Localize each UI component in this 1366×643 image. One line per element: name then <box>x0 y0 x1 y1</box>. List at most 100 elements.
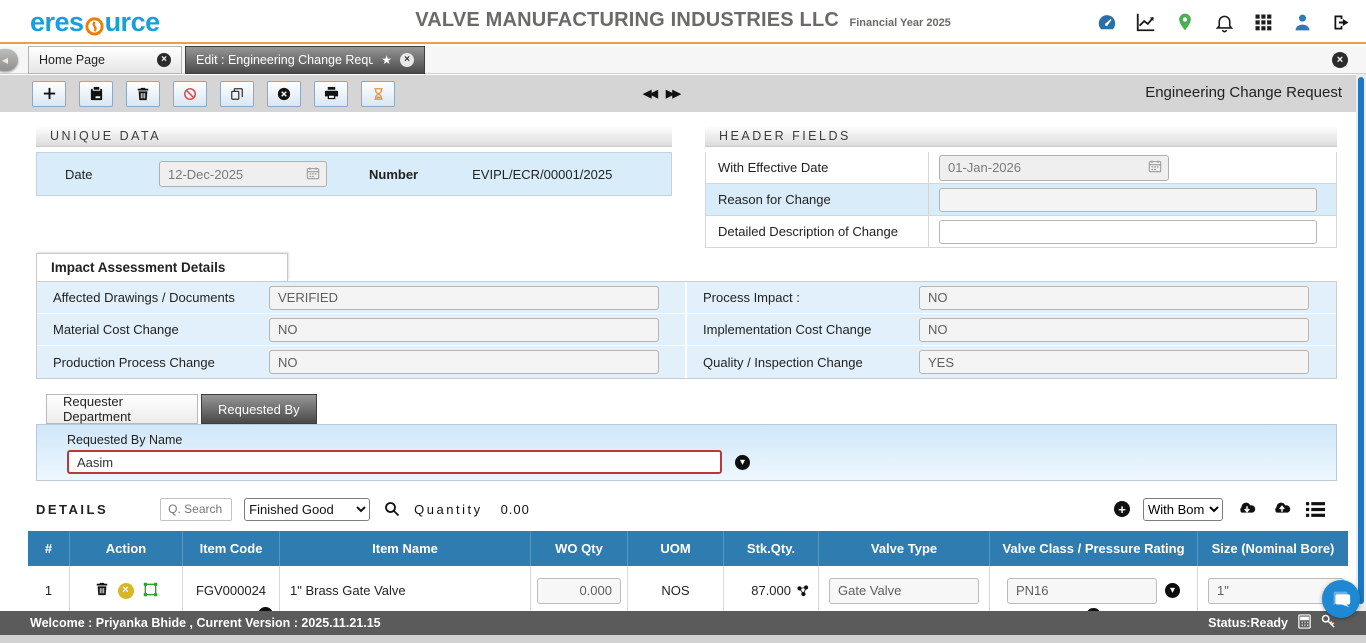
tab-requester-department[interactable]: Requester Department <box>46 394 198 424</box>
unique-data-row: Date Number EVIPL/ECR/00001/2025 <box>36 152 672 196</box>
tabstrip-close-icon[interactable] <box>1332 52 1348 68</box>
requested-by-name-input[interactable] <box>67 450 722 474</box>
scrollbar-thumb[interactable] <box>1358 77 1364 604</box>
tab-edit-ecr-close-icon[interactable] <box>400 53 414 67</box>
add-row-icon[interactable] <box>1114 501 1130 517</box>
quality-inspection-input[interactable] <box>919 350 1309 374</box>
row-cancel-icon[interactable] <box>118 583 134 599</box>
process-impact-row: Process Impact : <box>687 282 1336 314</box>
implementation-cost-row: Implementation Cost Change <box>687 314 1336 346</box>
process-impact-input[interactable] <box>919 286 1309 310</box>
wo-qty-input[interactable] <box>537 578 621 604</box>
upload-cloud-icon[interactable] <box>1271 498 1293 520</box>
tab-home-label: Home Page <box>39 53 149 67</box>
col-valve-class: Valve Class / Pressure Rating <box>990 531 1198 566</box>
stock-link-icon[interactable] <box>796 584 810 598</box>
impact-right-column: Process Impact : Implementation Cost Cha… <box>685 282 1336 378</box>
row-select-frame-icon[interactable] <box>143 582 158 600</box>
effective-date-row: With Effective Date <box>705 152 1337 184</box>
calendar-icon[interactable] <box>1148 159 1162 176</box>
delete-button[interactable] <box>126 81 160 107</box>
row-valve-class-cell <box>990 566 1198 615</box>
impact-assessment-tab[interactable]: Impact Assessment Details <box>36 253 288 281</box>
eresource-logo[interactable]: eresurce <box>30 7 160 38</box>
favorite-star-icon[interactable] <box>381 53 392 67</box>
calendar-icon[interactable] <box>306 166 320 183</box>
process-impact-label: Process Impact : <box>687 290 919 305</box>
quantity-value: 0.00 <box>501 502 530 517</box>
vertical-scrollbar <box>1356 74 1366 611</box>
details-search-input[interactable] <box>160 498 232 521</box>
save-button[interactable] <box>79 81 113 107</box>
action-toolbar: Engineering Change Request <box>0 75 1366 112</box>
chat-button[interactable] <box>1322 580 1360 618</box>
valve-class-dropdown-icon[interactable] <box>1165 583 1180 598</box>
search-icon[interactable] <box>384 501 400 517</box>
dashboard-icon[interactable] <box>1096 11 1118 33</box>
tab-edit-ecr[interactable]: Edit : Engineering Change Request <box>185 46 425 74</box>
tab-home-page[interactable]: Home Page <box>28 46 182 74</box>
col-item-code: Item Code <box>183 531 280 566</box>
download-cloud-icon[interactable] <box>1236 498 1258 520</box>
affected-drawings-label: Affected Drawings / Documents <box>37 290 269 305</box>
header-fields-panel: HEADER FIELDS With Effective Date Reason… <box>705 126 1337 248</box>
logo-text-pre: eres <box>30 7 84 38</box>
analytics-icon[interactable] <box>1135 11 1157 33</box>
tab-requested-by[interactable]: Requested By <box>201 394 317 424</box>
notifications-bell-icon[interactable] <box>1213 11 1235 33</box>
production-process-input[interactable] <box>269 350 659 374</box>
copy-button[interactable] <box>220 81 254 107</box>
date-input[interactable] <box>168 167 300 182</box>
quality-inspection-row: Quality / Inspection Change <box>687 346 1336 378</box>
requested-by-dropdown-icon[interactable] <box>735 455 750 470</box>
details-right-tools: With Bom <box>1114 494 1325 524</box>
user-profile-icon[interactable] <box>1291 11 1313 33</box>
close-record-button[interactable] <box>267 81 301 107</box>
row-number: 1 <box>28 566 70 615</box>
new-record-button[interactable] <box>32 81 66 107</box>
tab-requester-department-label: Requester Department <box>63 394 181 424</box>
apps-grid-icon[interactable] <box>1252 11 1274 33</box>
row-item-code-cell: FGV000024 <box>183 566 280 615</box>
location-icon[interactable] <box>1174 11 1196 33</box>
detailed-description-input[interactable] <box>939 220 1317 244</box>
print-button[interactable] <box>314 81 348 107</box>
top-header: eresurce VALVE MANUFACTURING INDUSTRIES … <box>0 0 1366 44</box>
requester-tabs: Requester Department Requested By <box>46 394 317 424</box>
list-view-icon[interactable] <box>1306 501 1325 518</box>
status-text: Status:Ready <box>1208 616 1288 630</box>
valve-class-input[interactable] <box>1007 578 1157 604</box>
affected-drawings-row: Affected Drawings / Documents <box>37 282 685 314</box>
detailed-description-label: Detailed Description of Change <box>706 224 928 239</box>
history-hourglass-button[interactable] <box>361 81 395 107</box>
detailed-description-row: Detailed Description of Change <box>705 216 1337 248</box>
next-record-icon[interactable] <box>666 87 679 100</box>
requested-by-panel: Requested By Name <box>36 424 1337 481</box>
app-window: eresurce VALVE MANUFACTURING INDUSTRIES … <box>0 0 1366 643</box>
row-uom: NOS <box>628 566 724 615</box>
implementation-cost-input[interactable] <box>919 318 1309 342</box>
affected-drawings-input[interactable] <box>269 286 659 310</box>
production-process-row: Production Process Change <box>37 346 685 378</box>
col-stk-qty: Stk.Qty. <box>724 531 819 566</box>
tab-scroll-left-button[interactable] <box>0 49 18 71</box>
previous-record-icon[interactable] <box>643 87 656 100</box>
effective-date-input[interactable] <box>948 160 1142 175</box>
logout-icon[interactable] <box>1330 11 1352 33</box>
tab-home-close-icon[interactable] <box>157 53 171 67</box>
row-delete-icon[interactable] <box>95 582 109 599</box>
material-cost-row: Material Cost Change <box>37 314 685 346</box>
item-type-select[interactable]: Finished Good <box>244 498 370 521</box>
company-name: VALVE MANUFACTURING INDUSTRIES LLC <box>415 9 839 31</box>
cancel-block-button[interactable] <box>173 81 207 107</box>
bom-select[interactable]: With Bom <box>1143 498 1223 521</box>
col-size: Size (Nominal Bore) <box>1198 531 1348 566</box>
row-wo-qty-cell <box>531 566 628 615</box>
quality-inspection-label: Quality / Inspection Change <box>687 355 919 370</box>
status-bar: Welcome : Priyanka Bhide , Current Versi… <box>0 611 1366 635</box>
date-label: Date <box>65 167 159 182</box>
valve-type-input[interactable] <box>829 578 979 604</box>
reason-for-change-input[interactable] <box>939 188 1317 212</box>
calculator-icon[interactable] <box>1297 614 1312 632</box>
material-cost-input[interactable] <box>269 318 659 342</box>
